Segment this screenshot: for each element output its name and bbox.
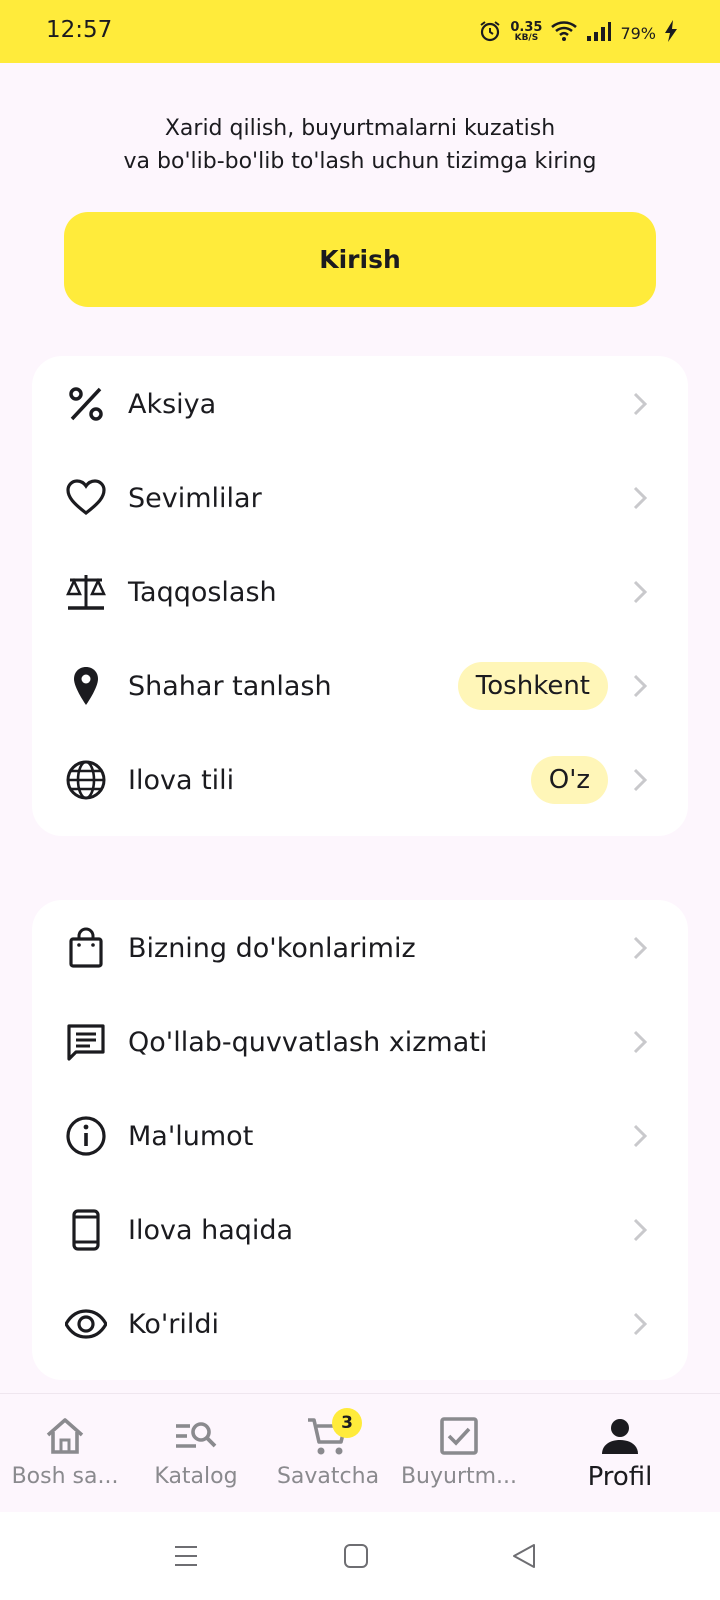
city-badge: Toshkent [457, 662, 608, 710]
heart-icon [64, 476, 108, 520]
globe-icon [64, 758, 108, 802]
bottom-navigation: Bosh sa... Katalog 3 Savatcha Buyurtm...… [0, 1393, 720, 1511]
login-button[interactable]: Kirish [64, 212, 656, 307]
network-speed-value: 0.35 [510, 20, 543, 35]
menu-item-label: Ilova tili [128, 764, 235, 796]
login-prompt-line-2: va bo'lib-bo'lib to'lash uchun tizimga k… [123, 149, 597, 174]
nav-label: Bosh sa... [11, 1464, 119, 1489]
chevron-right-icon [633, 580, 648, 604]
network-speed: 0.35 KB/S [510, 20, 543, 44]
charging-icon [664, 19, 678, 47]
status-icons: 0.35 KB/S 79% [478, 18, 678, 48]
nav-item-profil[interactable]: Profil [560, 1394, 680, 1512]
menu-item-label: Qo'llab-quvvatlash xizmati [128, 1026, 488, 1058]
menu-item-korildi[interactable]: Ko'rildi [32, 1276, 688, 1372]
menu-item-sevimlilar[interactable]: Sevimlilar [32, 450, 688, 546]
menu-item-ilova-tili[interactable]: Ilova tili O'z [32, 732, 688, 828]
chevron-right-icon [633, 936, 648, 960]
recent-apps-icon[interactable] [170, 1540, 202, 1572]
menu-card-secondary: Bizning do'konlarimiz Qo'llab-quvvatlash… [32, 900, 688, 1380]
status-bar: 12:57 0.35 KB/S 79% [0, 0, 720, 63]
menu-item-label: Ma'lumot [128, 1120, 254, 1152]
battery-level: 79% [620, 23, 656, 43]
network-speed-unit: KB/S [514, 33, 539, 43]
menu-item-taqqoslash[interactable]: Taqqoslash [32, 544, 688, 640]
chevron-right-icon [633, 1312, 648, 1336]
chevron-right-icon [633, 768, 648, 792]
menu-item-qollab-quvvatlash[interactable]: Qo'llab-quvvatlash xizmati [32, 994, 688, 1090]
menu-item-label: Shahar tanlash [128, 670, 332, 702]
back-icon[interactable] [508, 1540, 540, 1572]
cart-count-badge: 3 [332, 1408, 362, 1438]
catalog-search-icon [174, 1414, 218, 1458]
chevron-right-icon [633, 392, 648, 416]
chevron-right-icon [633, 674, 648, 698]
login-prompt: Xarid qilish, buyurtmalarni kuzatish va … [0, 112, 720, 178]
info-icon [64, 1114, 108, 1158]
menu-card-primary: Aksiya Sevimlilar Taqqoslash Shahar tanl… [32, 356, 688, 836]
nav-item-buyurtmalar[interactable]: Buyurtm... [394, 1394, 524, 1512]
system-navigation-bar [0, 1512, 720, 1600]
nav-label: Buyurtm... [400, 1464, 518, 1489]
nav-item-savatcha[interactable]: 3 Savatcha [266, 1394, 390, 1512]
menu-item-label: Ko'rildi [128, 1308, 220, 1340]
login-prompt-line-1: Xarid qilish, buyurtmalarni kuzatish [164, 116, 556, 141]
menu-item-malumot[interactable]: Ma'lumot [32, 1088, 688, 1184]
menu-item-ilova-haqida[interactable]: Ilova haqida [32, 1182, 688, 1278]
menu-item-shahar-tanlash[interactable]: Shahar tanlash Toshkent [32, 638, 688, 734]
chevron-right-icon [633, 1124, 648, 1148]
home-icon [43, 1414, 87, 1458]
alarm-icon [478, 19, 502, 47]
menu-item-label: Taqqoslash [128, 576, 277, 608]
language-badge: O'z [530, 756, 608, 804]
menu-item-label: Aksiya [128, 388, 217, 420]
nav-label: Profil [587, 1462, 653, 1492]
chat-icon [64, 1020, 108, 1064]
menu-item-dokonlar[interactable]: Bizning do'konlarimiz [32, 900, 688, 996]
chevron-right-icon [633, 486, 648, 510]
signal-icon [586, 20, 612, 46]
orders-checkbox-icon [437, 1414, 481, 1458]
menu-item-label: Sevimlilar [128, 482, 262, 514]
home-button-icon[interactable] [340, 1540, 372, 1572]
phone-icon [64, 1208, 108, 1252]
location-pin-icon [64, 664, 108, 708]
percent-icon [64, 382, 108, 426]
nav-label: Savatcha [276, 1464, 380, 1489]
menu-item-label: Ilova haqida [128, 1214, 294, 1246]
menu-item-aksiya[interactable]: Aksiya [32, 356, 688, 452]
eye-icon [64, 1302, 108, 1346]
nav-item-katalog[interactable]: Katalog [136, 1394, 256, 1512]
nav-label: Katalog [154, 1464, 238, 1489]
cart-icon: 3 [306, 1408, 362, 1458]
menu-item-label: Bizning do'konlarimiz [128, 932, 416, 964]
scale-icon [64, 570, 108, 614]
status-time: 12:57 [46, 17, 113, 43]
wifi-icon [550, 19, 578, 47]
nav-item-home[interactable]: Bosh sa... [0, 1394, 130, 1512]
chevron-right-icon [633, 1030, 648, 1054]
person-icon [598, 1414, 642, 1458]
chevron-right-icon [633, 1218, 648, 1242]
shopping-bag-icon [64, 926, 108, 970]
